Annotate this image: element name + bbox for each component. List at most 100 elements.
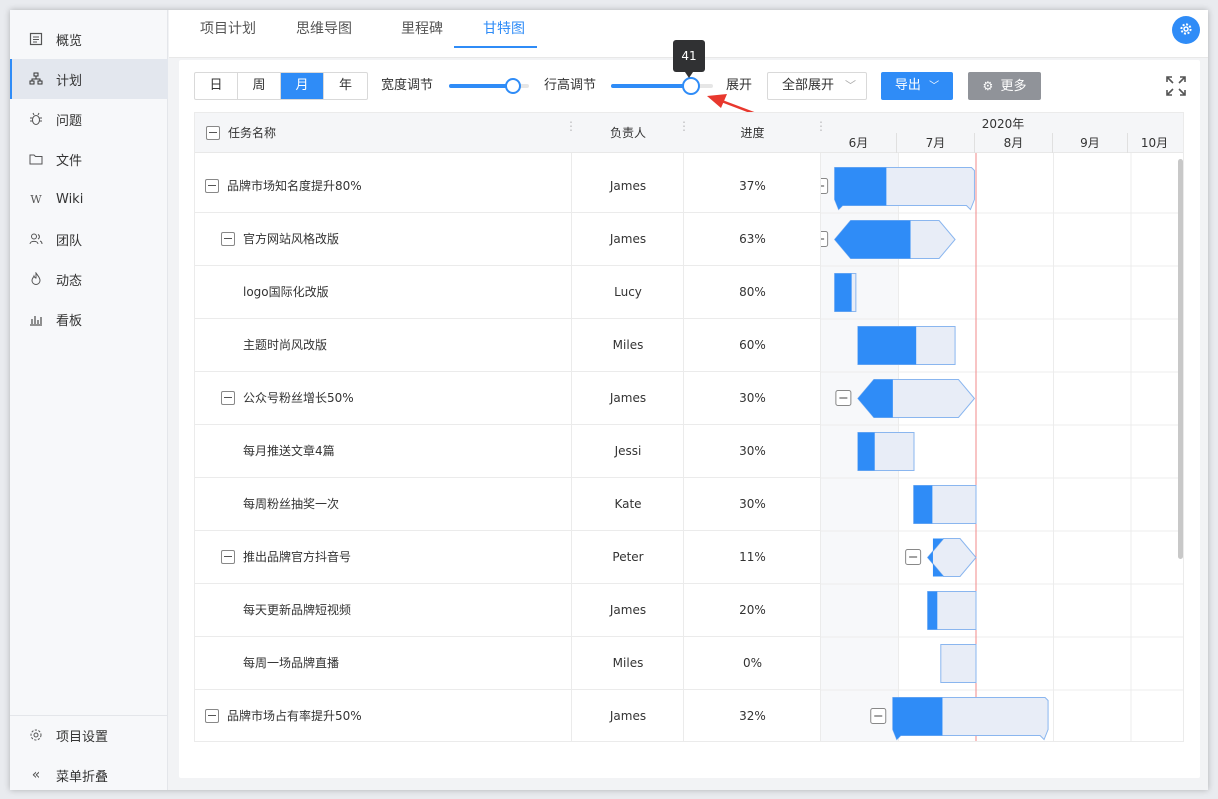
table-row[interactable]: 每周一场品牌直播 Miles 0% bbox=[195, 637, 820, 690]
column-resize-handle[interactable]: ⋮ bbox=[815, 120, 827, 143]
tab-mind-map[interactable]: 思维导图 bbox=[283, 10, 365, 48]
table-row[interactable]: logo国际化改版 Lucy 80% bbox=[195, 266, 820, 319]
task-owner: James bbox=[609, 391, 647, 405]
task-progress: 63% bbox=[739, 232, 766, 246]
scale-month-button[interactable]: 月 bbox=[281, 73, 324, 99]
sidebar-item-label: 问题 bbox=[56, 113, 83, 129]
task-owner: Miles bbox=[612, 656, 644, 670]
row-collapse-toggle[interactable] bbox=[221, 391, 235, 405]
collapse-all-toggle[interactable] bbox=[206, 126, 220, 140]
task-bar-progress bbox=[927, 591, 938, 630]
task-owner: James bbox=[609, 603, 647, 617]
sidebar-item-files[interactable]: 文件 bbox=[10, 139, 168, 179]
column-resize-handle[interactable]: ⋮ bbox=[565, 120, 577, 143]
table-row[interactable]: 推出品牌官方抖音号 Peter 11% bbox=[195, 531, 820, 584]
tab-gantt[interactable]: 甘特图 bbox=[463, 10, 545, 48]
gantt-grid: 任务名称 ⋮ 负责人 ⋮ 进度 ⋮ 2020年 6月 7月 8月 9月 10月 … bbox=[194, 112, 1184, 742]
task-name: 主题时尚风改版 bbox=[243, 338, 328, 352]
time-scale-switch: 日 周 月 年 bbox=[194, 72, 368, 100]
task-name: 每月推送文章4篇 bbox=[243, 444, 335, 458]
row-height-slider[interactable] bbox=[611, 77, 713, 95]
task-name: 每周粉丝抽奖一次 bbox=[243, 497, 340, 511]
task-progress: 20% bbox=[739, 603, 766, 617]
month-label: 9月 bbox=[1052, 133, 1127, 153]
width-slider[interactable] bbox=[449, 78, 529, 94]
task-bar-progress bbox=[913, 485, 933, 524]
sidebar-item-board[interactable]: 看板 bbox=[10, 299, 168, 339]
table-row[interactable]: 主题时尚风改版 Miles 60% bbox=[195, 319, 820, 372]
board-icon bbox=[28, 311, 44, 327]
row-collapse-toggle[interactable] bbox=[221, 550, 235, 564]
fullscreen-icon[interactable] bbox=[1165, 75, 1187, 97]
project-settings-button[interactable]: 项目设置 bbox=[10, 715, 168, 755]
month-label: 7月 bbox=[896, 133, 974, 153]
gantt-panel: 日 周 月 年 宽度调节 行高调节 41 展开 全部展开 ﹀ 导出 ﹀ ⚙ 更多 bbox=[179, 40, 1200, 778]
task-name: 官方网站风格改版 bbox=[243, 232, 340, 246]
active-tab-indicator bbox=[454, 46, 537, 48]
width-adjust-label: 宽度调节 bbox=[381, 78, 434, 93]
plan-icon bbox=[28, 71, 44, 87]
table-row[interactable]: 每周粉丝抽奖一次 Kate 30% bbox=[195, 478, 820, 531]
scale-week-button[interactable]: 周 bbox=[238, 73, 281, 99]
sidebar-item-label: 计划 bbox=[56, 73, 83, 89]
export-button[interactable]: 导出 ﹀ bbox=[881, 72, 953, 100]
scale-year-button[interactable]: 年 bbox=[324, 73, 367, 99]
task-name: 推出品牌官方抖音号 bbox=[243, 550, 352, 564]
sidebar-item-label: 概览 bbox=[56, 33, 83, 49]
width-slider-handle[interactable] bbox=[505, 78, 521, 94]
table-row[interactable]: 每天更新品牌短视频 James 20% bbox=[195, 584, 820, 637]
settings-button[interactable] bbox=[1172, 16, 1200, 44]
bug-icon bbox=[28, 111, 44, 127]
task-bar[interactable] bbox=[940, 644, 977, 683]
gear-icon bbox=[28, 727, 44, 743]
task-owner: Miles bbox=[612, 338, 644, 352]
scale-day-button[interactable]: 日 bbox=[195, 73, 238, 99]
table-row[interactable]: 官方网站风格改版 James 63% bbox=[195, 213, 820, 266]
table-row[interactable]: 品牌市场知名度提升80% James 37% bbox=[195, 160, 820, 213]
row-collapse-toggle[interactable] bbox=[221, 232, 235, 246]
settings-label: 项目设置 bbox=[56, 729, 109, 745]
task-owner: Kate bbox=[614, 497, 642, 511]
table-row[interactable]: 公众号粉丝增长50% James 30% bbox=[195, 372, 820, 425]
task-name: 品牌市场知名度提升80% bbox=[227, 179, 362, 193]
month-label: 8月 bbox=[974, 133, 1052, 153]
sidebar-item-issues[interactable]: 问题 bbox=[10, 99, 168, 139]
task-owner: Lucy bbox=[614, 285, 642, 299]
task-progress: 0% bbox=[742, 656, 763, 670]
task-bar-progress bbox=[857, 432, 875, 471]
sidebar-item-team[interactable]: 团队 bbox=[10, 219, 168, 259]
row-collapse-toggle[interactable] bbox=[205, 179, 219, 193]
sidebar-item-wiki[interactable]: W Wiki bbox=[10, 179, 168, 219]
month-label: 10月 bbox=[1127, 133, 1181, 153]
task-name: 公众号粉丝增长50% bbox=[243, 391, 354, 405]
tab-milestones[interactable]: 里程碑 bbox=[381, 10, 463, 48]
more-label: 更多 bbox=[1000, 79, 1027, 94]
overview-icon bbox=[28, 31, 44, 47]
table-row[interactable]: 每月推送文章4篇 Jessi 30% bbox=[195, 425, 820, 478]
collapse-label: 菜单折叠 bbox=[56, 769, 109, 785]
more-button[interactable]: ⚙ 更多 bbox=[968, 72, 1041, 100]
sidebar-item-label: 看板 bbox=[56, 313, 83, 329]
tab-project-plan[interactable]: 项目计划 bbox=[187, 10, 269, 48]
task-owner: James bbox=[609, 709, 647, 723]
sidebar-item-activity[interactable]: 动态 bbox=[10, 259, 168, 299]
sidebar-item-label: 动态 bbox=[56, 273, 83, 289]
header-progress: 进度 bbox=[740, 126, 765, 140]
sidebar-item-label: 团队 bbox=[56, 233, 83, 249]
collapse-menu-button[interactable]: « 菜单折叠 bbox=[10, 755, 168, 790]
table-row[interactable]: 品牌市场占有率提升50% James 32% bbox=[195, 690, 820, 741]
vertical-scrollbar[interactable] bbox=[1178, 159, 1183, 559]
row-collapse-toggle[interactable] bbox=[205, 709, 219, 723]
row-height-label: 行高调节 bbox=[544, 78, 597, 93]
month-label: 6月 bbox=[848, 136, 869, 150]
sidebar-item-overview[interactable]: 概览 bbox=[10, 19, 168, 59]
column-resize-handle[interactable]: ⋮ bbox=[678, 120, 690, 143]
task-progress: 37% bbox=[739, 179, 766, 193]
gear-icon: ⚙ bbox=[982, 79, 994, 93]
sidebar-item-plan[interactable]: 计划 bbox=[10, 59, 168, 99]
row-height-slider-handle[interactable] bbox=[681, 77, 700, 95]
task-progress: 30% bbox=[739, 391, 766, 405]
summary-bar-progress bbox=[834, 167, 887, 210]
task-bar-progress bbox=[857, 326, 917, 365]
header-task-name: 任务名称 bbox=[228, 126, 277, 140]
